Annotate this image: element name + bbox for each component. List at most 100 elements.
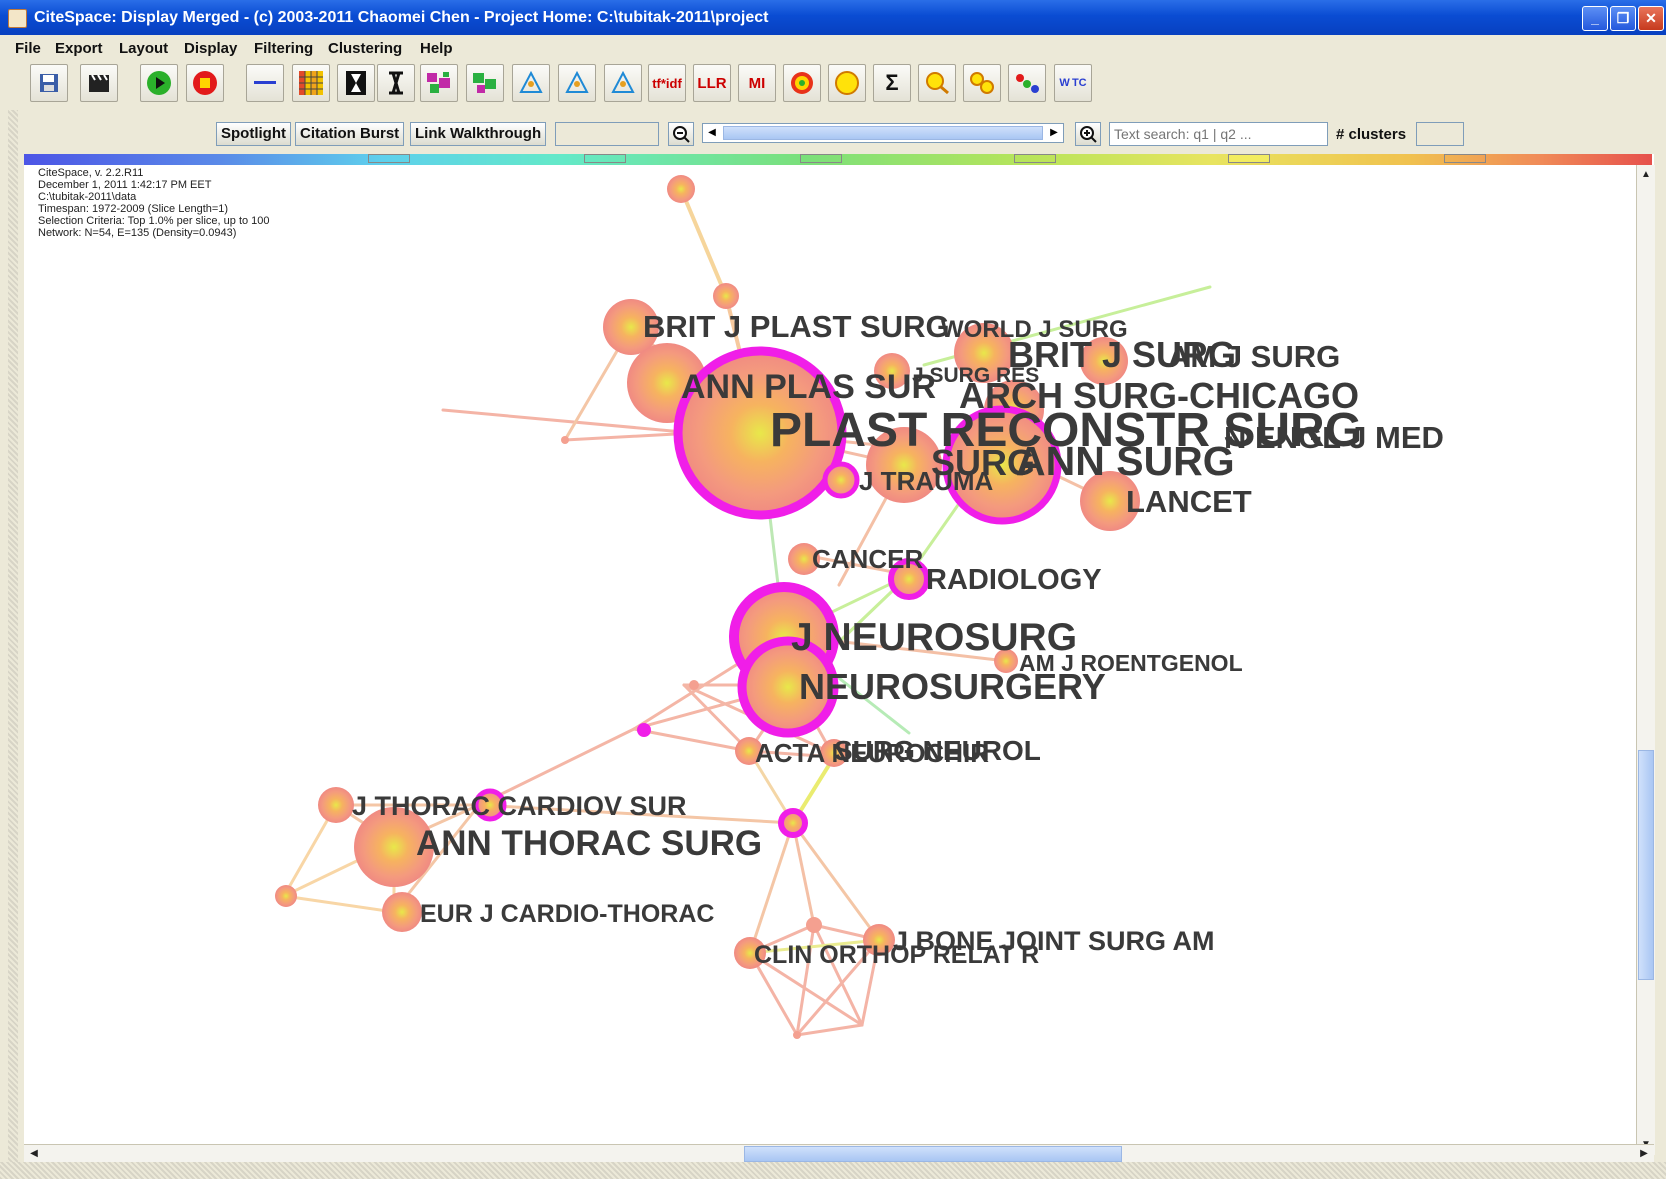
horizontal-scrollbar[interactable]: ◀ ▶ [24, 1144, 1654, 1163]
menu-clustering[interactable]: Clustering [328, 40, 402, 57]
walkthrough-field[interactable] [555, 122, 659, 146]
triangle-layout-button[interactable] [512, 64, 550, 102]
pair-circles-button[interactable] [963, 64, 1001, 102]
network-node[interactable] [822, 461, 860, 499]
control-row: Spotlight Citation Burst Link Walkthroug… [0, 110, 1666, 154]
cluster-view-button[interactable] [420, 64, 458, 102]
cocitation-network[interactable]: BRIT J PLAST SURG WORLD J SURG BRIT J SU… [24, 165, 1636, 1155]
colored-dots-button[interactable] [1008, 64, 1046, 102]
color-grid-button[interactable] [292, 64, 330, 102]
line-tool-button[interactable] [246, 64, 284, 102]
network-info-text: CiteSpace, v. 2.2.R11 December 1, 2011 1:… [38, 167, 270, 239]
splitter-grip[interactable] [8, 110, 18, 1165]
target-button[interactable] [783, 64, 821, 102]
node-label: EUR J CARDIO-THORAC [420, 900, 714, 928]
stop-button[interactable] [186, 64, 224, 102]
tfidf-button[interactable]: tf*idf [648, 64, 686, 102]
minimize-button[interactable]: _ [1582, 6, 1608, 31]
network-node[interactable] [561, 436, 569, 444]
search-circle-button[interactable] [918, 64, 956, 102]
bottom-splitter[interactable] [0, 1162, 1666, 1179]
year-color-spectrum [24, 154, 1652, 165]
info-line: Network: N=54, E=135 (Density=0.0943) [38, 227, 237, 239]
network-node[interactable] [318, 787, 354, 823]
vertical-scroll-thumb[interactable] [1638, 750, 1654, 980]
menu-bar: File Export Layout Display Filtering Clu… [0, 35, 1666, 60]
citation-burst-button[interactable]: Citation Burst [295, 122, 405, 146]
spotlight-button[interactable]: Spotlight [216, 122, 291, 146]
mi-button[interactable]: MI [738, 64, 776, 102]
window-title: CiteSpace: Display Merged - (c) 2003-201… [34, 9, 769, 26]
maximize-button[interactable]: ❐ [1610, 6, 1636, 31]
hourglass-light-button[interactable] [377, 64, 415, 102]
node-label: ANN PLAS SUR [681, 368, 936, 406]
triangle-layout-button-3[interactable] [604, 64, 642, 102]
yellow-circle-icon [835, 71, 859, 95]
menu-export[interactable]: Export [55, 40, 103, 57]
slider-right-arrow-icon[interactable]: ▶ [1047, 126, 1061, 140]
slider-thumb[interactable] [723, 126, 1043, 140]
llr-button[interactable]: LLR [693, 64, 731, 102]
menu-layout[interactable]: Layout [119, 40, 168, 57]
link-walkthrough-button[interactable]: Link Walkthrough [410, 122, 547, 146]
zoom-slider[interactable]: ◀ ▶ [702, 123, 1064, 143]
menu-file[interactable]: File [15, 40, 41, 57]
play-button[interactable] [140, 64, 178, 102]
slider-left-arrow-icon[interactable]: ◀ [705, 126, 719, 140]
zoom-out-button[interactable] [668, 122, 694, 146]
network-node[interactable] [667, 175, 695, 203]
triangle-network-icon [519, 70, 543, 93]
menu-display[interactable]: Display [184, 40, 237, 57]
network-node[interactable] [275, 885, 297, 907]
network-node[interactable] [637, 723, 651, 737]
info-line: December 1, 2011 1:42:17 PM EET [38, 179, 212, 191]
right-splitter[interactable] [1654, 110, 1666, 1170]
horizontal-scroll-thumb[interactable] [744, 1146, 1122, 1162]
network-node[interactable] [382, 892, 422, 932]
info-line: Timespan: 1972-2009 (Slice Length=1) [38, 203, 229, 215]
network-canvas[interactable]: BRIT J PLAST SURG WORLD J SURG BRIT J SU… [24, 165, 1636, 1155]
scroll-right-arrow-icon[interactable]: ▶ [1636, 1146, 1652, 1162]
citespace-app-icon [8, 9, 27, 28]
node-label: BRIT J PLAST SURG [643, 309, 950, 344]
menu-filtering[interactable]: Filtering [254, 40, 313, 57]
sigma-button[interactable]: Σ [873, 64, 911, 102]
hourglass-dark-button[interactable] [337, 64, 375, 102]
color-grid-icon [299, 71, 323, 95]
vertical-scrollbar[interactable]: ▲ ▼ [1636, 165, 1655, 1155]
spectrum-marker [1014, 154, 1056, 163]
stop-icon [193, 71, 217, 95]
scroll-up-arrow-icon[interactable]: ▲ [1638, 167, 1654, 183]
left-splitter[interactable] [0, 110, 24, 1170]
node-label: CANCER [812, 544, 923, 574]
save-button[interactable] [30, 64, 68, 102]
network-node[interactable] [793, 1031, 801, 1039]
scroll-left-arrow-icon[interactable]: ◀ [26, 1146, 42, 1162]
spectrum-marker [368, 154, 410, 163]
line-icon [254, 81, 276, 84]
network-node[interactable] [689, 680, 699, 690]
node-label: NEUROSURGERY [799, 666, 1106, 707]
network-node[interactable] [713, 283, 739, 309]
node-label: SURG NEUROL [834, 735, 1041, 766]
network-node[interactable] [778, 808, 808, 838]
clapperboard-icon [89, 74, 109, 92]
clusters-field[interactable] [1416, 122, 1464, 146]
text-search-input[interactable] [1109, 122, 1328, 146]
menu-help[interactable]: Help [420, 40, 453, 57]
spectrum-marker [1228, 154, 1270, 163]
cluster-green-button[interactable] [466, 64, 504, 102]
colored-dots-icon [1016, 74, 1039, 93]
zoom-in-button[interactable] [1075, 122, 1101, 146]
circle-button[interactable] [828, 64, 866, 102]
hourglass-outline-icon [389, 71, 403, 95]
network-node[interactable] [806, 917, 822, 933]
wtc-button[interactable]: W TC [1054, 64, 1092, 102]
close-button[interactable]: ✕ [1638, 6, 1664, 31]
zoom-in-icon [1080, 126, 1097, 143]
movie-clapper-button[interactable] [80, 64, 118, 102]
triangle-layout-button-2[interactable] [558, 64, 596, 102]
node-label: CLIN ORTHOP RELAT R [754, 941, 1039, 969]
node-label: J TRAUMA [859, 466, 994, 496]
info-line: CiteSpace, v. 2.2.R11 [38, 167, 144, 179]
